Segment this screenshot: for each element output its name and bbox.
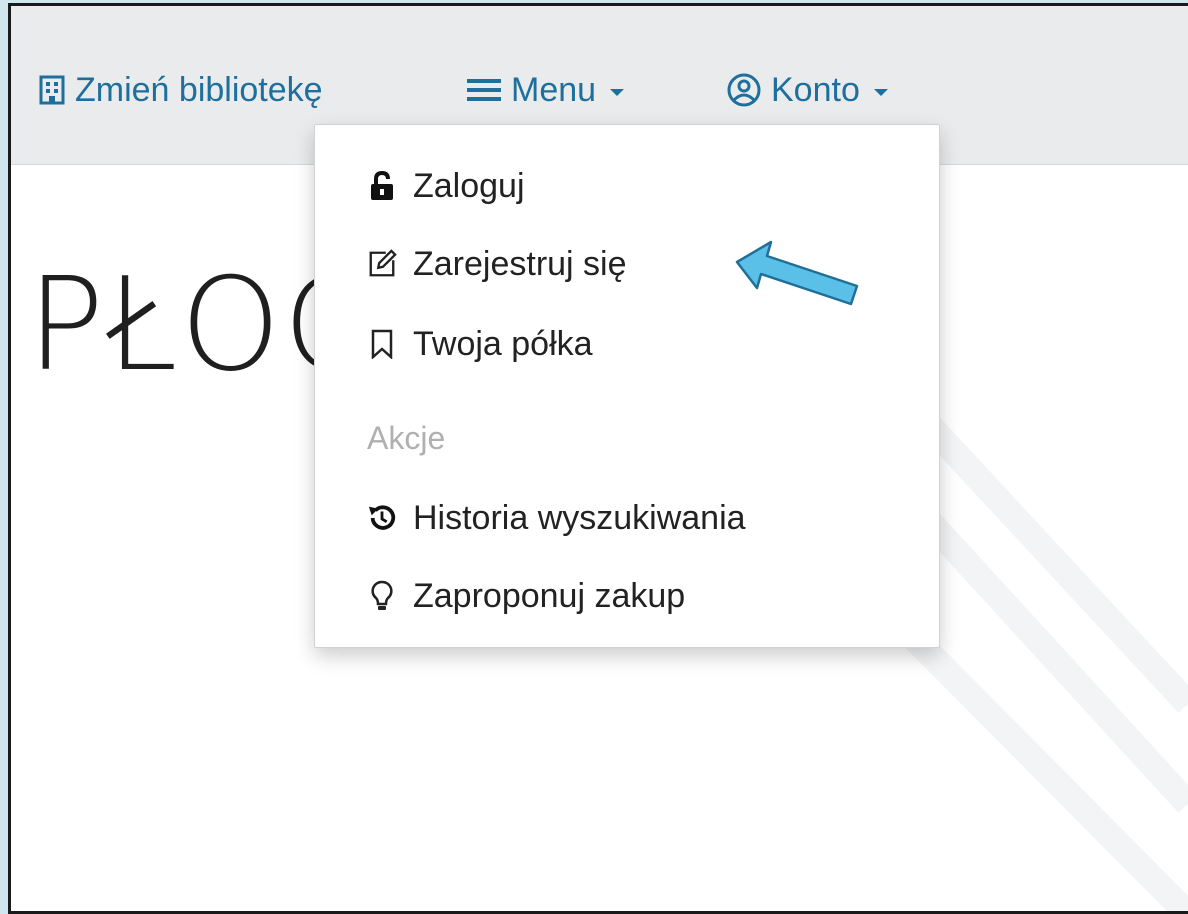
account-label: Konto xyxy=(771,70,860,109)
search-history-label: Historia wyszukiwania xyxy=(413,498,746,537)
caret-down-icon xyxy=(873,88,888,96)
menu-dropdown-toggle[interactable]: Menu xyxy=(467,68,625,112)
change-library-link[interactable]: Zmień bibliotekę xyxy=(39,68,323,112)
building-icon xyxy=(39,75,65,105)
edit-icon xyxy=(367,246,397,282)
shelf-menu-item[interactable]: Twoja półka xyxy=(367,319,593,369)
search-history-menu-item[interactable]: Historia wyszukiwania xyxy=(367,493,746,543)
change-library-label: Zmień bibliotekę xyxy=(75,70,323,109)
annotation-arrow xyxy=(735,240,859,306)
suggest-purchase-label: Zaproponuj zakup xyxy=(413,576,686,615)
suggest-purchase-menu-item[interactable]: Zaproponuj zakup xyxy=(367,571,685,621)
browser-viewport: Zmień bibliotekę Menu Konto PŁOC Zaloguj… xyxy=(8,3,1188,914)
bookmark-icon xyxy=(367,326,397,362)
history-icon xyxy=(367,500,397,536)
login-menu-item[interactable]: Zaloguj xyxy=(367,161,525,211)
actions-section-header: Akcje xyxy=(367,419,446,456)
unlock-icon xyxy=(367,168,397,204)
caret-down-icon xyxy=(610,88,625,96)
register-label: Zarejestruj się xyxy=(413,244,627,283)
shelf-label: Twoja półka xyxy=(413,324,593,363)
menu-label: Menu xyxy=(511,70,597,109)
user-circle-icon xyxy=(727,73,761,107)
login-label: Zaloguj xyxy=(413,166,525,205)
hamburger-icon xyxy=(467,77,501,103)
account-dropdown-menu: Zaloguj Zarejestruj się Twoja półka Akcj… xyxy=(314,124,940,648)
lightbulb-icon xyxy=(367,578,397,614)
register-menu-item[interactable]: Zarejestruj się xyxy=(367,239,627,289)
account-dropdown-toggle[interactable]: Konto xyxy=(727,68,888,112)
